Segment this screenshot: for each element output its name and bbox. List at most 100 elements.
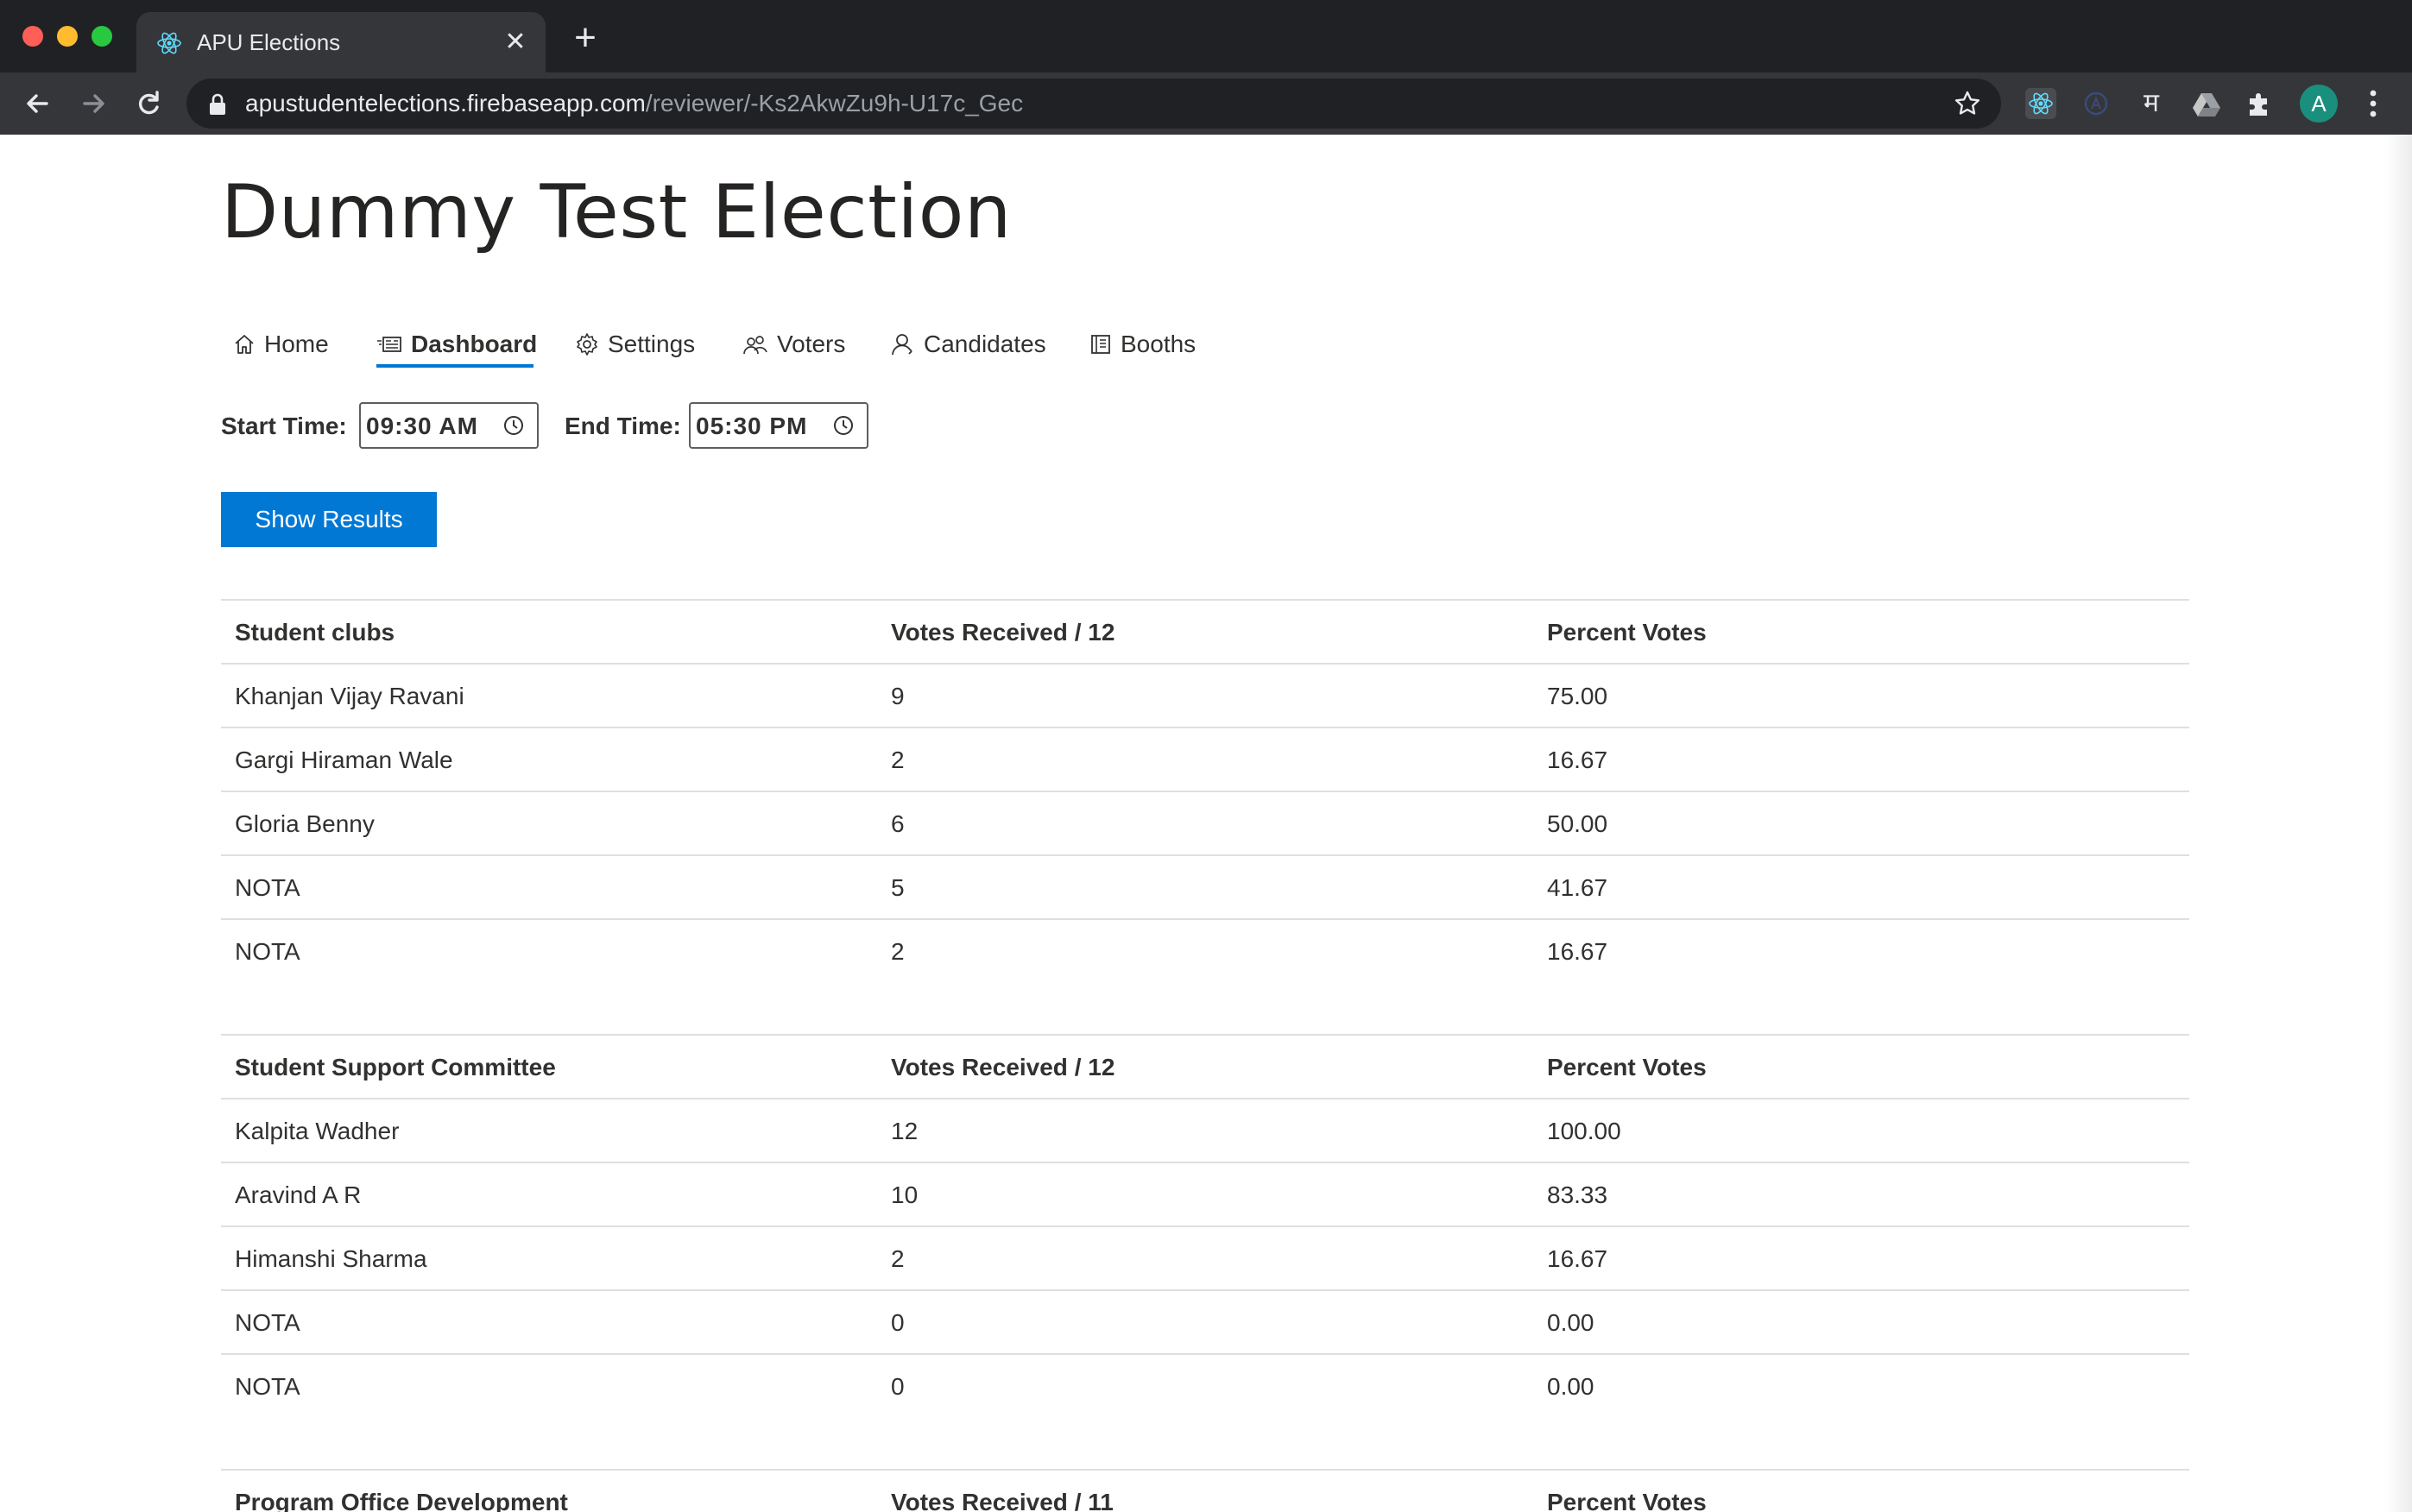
percent-votes: 0.00: [1547, 1309, 1594, 1336]
votes-count: 12: [891, 1118, 919, 1144]
percent-votes: 83.33: [1547, 1181, 1608, 1208]
table-row: Kalpita Wadher 12 100.00: [221, 1098, 2189, 1162]
candidate-name: Himanshi Sharma: [235, 1245, 427, 1272]
candidate-name: NOTA: [235, 874, 300, 901]
back-arrow-icon[interactable]: [19, 85, 57, 123]
tab-settings-label: Settings: [608, 331, 696, 357]
votes-header: Votes Received / 11: [891, 1489, 1114, 1512]
show-results-button[interactable]: Show Results: [221, 492, 437, 547]
votes-count: 5: [891, 874, 905, 901]
percent-votes: 0.00: [1547, 1373, 1594, 1400]
drive-icon[interactable]: [2191, 88, 2222, 119]
votes-count: 2: [891, 747, 905, 773]
tab-dashboard-label: Dashboard: [411, 331, 538, 357]
candidate-name: Khanjan Vijay Ravani: [235, 683, 464, 709]
candidate-name: NOTA: [235, 1373, 300, 1400]
extensions-puzzle-icon[interactable]: [2245, 88, 2276, 119]
address-bar[interactable]: apustudentelections.firebaseapp.com/revi…: [186, 79, 2001, 129]
votes-count: 6: [891, 810, 905, 837]
start-time-label: Start Time:: [221, 413, 347, 439]
votes-count: 2: [891, 938, 905, 965]
end-time-label: End Time:: [565, 413, 681, 439]
people-icon: [743, 336, 767, 355]
booth-icon: [1091, 335, 1110, 354]
votes-header: Votes Received / 12: [891, 619, 1115, 646]
devanagari-extension-icon[interactable]: म: [2136, 88, 2167, 119]
clock-icon[interactable]: [832, 414, 855, 437]
percent-votes: 41.67: [1547, 874, 1608, 901]
tab-booths[interactable]: Booths: [1089, 314, 1196, 375]
candidate-name: NOTA: [235, 938, 300, 965]
page-right-edge: [2386, 135, 2412, 1512]
profile-avatar[interactable]: A: [2300, 85, 2338, 123]
start-time-input[interactable]: 09:30 AM: [359, 402, 539, 449]
percent-votes: 16.67: [1547, 1245, 1608, 1272]
percent-votes: 16.67: [1547, 747, 1608, 773]
end-time-input[interactable]: 05:30 PM: [689, 402, 868, 449]
tab-home[interactable]: Home: [233, 314, 329, 375]
percent-header: Percent Votes: [1547, 1489, 1707, 1512]
end-time-value: 05:30 PM: [696, 413, 808, 439]
page-title: Dummy Test Election: [221, 169, 1012, 255]
dashboard-icon: [377, 337, 401, 352]
votes-count: 2: [891, 1245, 905, 1272]
table-row: Gloria Benny 6 50.00: [221, 791, 2189, 854]
percent-header: Percent Votes: [1547, 619, 1707, 646]
table-row: NOTA 0 0.00: [221, 1353, 2189, 1417]
new-tab-button[interactable]: +: [568, 19, 603, 57]
table-row: NOTA 2 16.67: [221, 918, 2189, 982]
url-host: apustudentelections.firebaseapp.com: [245, 90, 646, 117]
active-tab-indicator: [376, 364, 534, 368]
table-header-row: Student clubs Votes Received / 12 Percen…: [221, 599, 2189, 663]
clock-icon[interactable]: [502, 414, 525, 437]
tab-title: APU Elections: [197, 29, 341, 55]
table-row: Khanjan Vijay Ravani 9 75.00: [221, 663, 2189, 727]
close-window-button[interactable]: [22, 26, 43, 47]
minimize-window-button[interactable]: [57, 26, 78, 47]
votes-count: 10: [891, 1181, 919, 1208]
close-tab-icon[interactable]: ✕: [502, 29, 528, 55]
home-icon: [235, 335, 254, 354]
table-row: NOTA 5 41.67: [221, 854, 2189, 918]
percent-votes: 16.67: [1547, 938, 1608, 965]
gear-icon: [577, 333, 597, 356]
table-row: Aravind A R 10 83.33: [221, 1162, 2189, 1225]
votes-count: 0: [891, 1309, 905, 1336]
start-time-value: 09:30 AM: [366, 413, 478, 439]
percent-votes: 75.00: [1547, 683, 1608, 709]
browser-tab-bar: APU Elections ✕ +: [0, 0, 2412, 72]
votes-count: 0: [891, 1373, 905, 1400]
tab-voters[interactable]: Voters: [742, 314, 845, 375]
election-time-row: Start Time: 09:30 AM End Time: 05:30 PM: [221, 402, 1257, 450]
react-icon: [157, 32, 181, 54]
percent-header: Percent Votes: [1547, 1054, 1707, 1080]
candidate-name: Kalpita Wadher: [235, 1118, 400, 1144]
url-text: apustudentelections.firebaseapp.com/revi…: [245, 89, 1023, 118]
tab-voters-label: Voters: [777, 331, 846, 357]
table-header-row: Program Office Development Votes Receive…: [221, 1469, 2189, 1512]
post-name-header: Student Support Committee: [235, 1054, 556, 1080]
table-row: NOTA 0 0.00: [221, 1289, 2189, 1353]
bookmark-star-icon[interactable]: [1953, 89, 1982, 118]
candidate-name: Gloria Benny: [235, 810, 375, 837]
browser-tab[interactable]: APU Elections ✕: [136, 12, 546, 72]
person-icon: [892, 334, 912, 356]
circle-a-extension-icon[interactable]: [2081, 88, 2112, 119]
tab-candidates[interactable]: Candidates: [891, 314, 1046, 375]
tab-candidates-label: Candidates: [924, 331, 1046, 357]
tab-booths-label: Booths: [1121, 331, 1197, 357]
tab-settings[interactable]: Settings: [575, 314, 695, 375]
reload-icon[interactable]: [129, 85, 167, 123]
browser-menu-icon[interactable]: [2362, 86, 2384, 121]
browser-toolbar: apustudentelections.firebaseapp.com/revi…: [0, 72, 2412, 135]
lock-icon: [210, 93, 225, 115]
table-row: Gargi Hiraman Wale 2 16.67: [221, 727, 2189, 791]
forward-arrow-icon[interactable]: [74, 85, 112, 123]
table-row: Himanshi Sharma 2 16.67: [221, 1225, 2189, 1289]
candidate-name: NOTA: [235, 1309, 300, 1336]
react-devtools-extension-icon[interactable]: [2025, 88, 2056, 119]
votes-header: Votes Received / 12: [891, 1054, 1115, 1080]
maximize-window-button[interactable]: [92, 26, 112, 47]
votes-count: 9: [891, 683, 905, 709]
percent-votes: 50.00: [1547, 810, 1608, 837]
